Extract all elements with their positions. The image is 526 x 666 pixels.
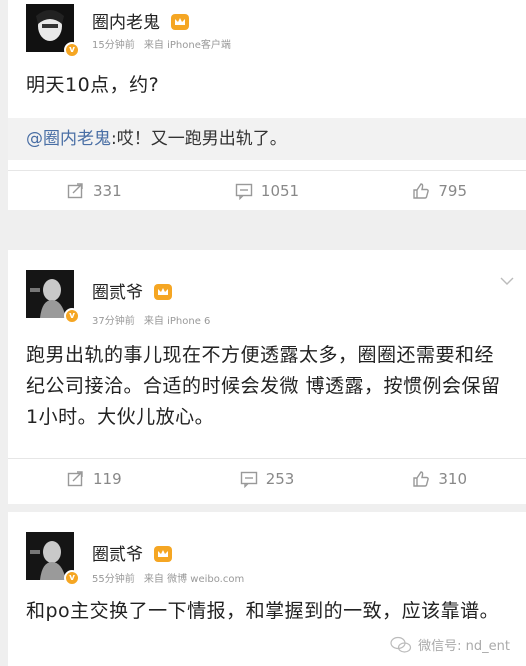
post-meta: 37分钟前 来自 iPhone 6 bbox=[92, 312, 216, 327]
post-time: 15分钟前 bbox=[92, 40, 135, 51]
repost-button[interactable]: 331 bbox=[8, 182, 181, 200]
author-name[interactable]: 圈内老鬼 bbox=[92, 8, 190, 33]
thumbs-up-icon bbox=[413, 183, 430, 199]
quoted-post[interactable]: @圈内老鬼:哎！又一跑男出轨了。 bbox=[8, 118, 526, 160]
comment-count: 253 bbox=[265, 470, 295, 488]
thumbs-up-icon bbox=[413, 471, 430, 487]
repost-count: 331 bbox=[93, 182, 122, 200]
post-meta: 15分钟前 来自 iPhone客户端 bbox=[92, 36, 237, 51]
verified-badge-icon: v bbox=[64, 570, 80, 586]
post-text: 和po主交换了一下情报，和掌握到的一致，应该靠谱。 bbox=[26, 600, 500, 622]
repost-icon bbox=[67, 183, 83, 199]
quoted-text: :哎！又一跑男出轨了。 bbox=[111, 129, 287, 149]
repost-count: 119 bbox=[93, 470, 122, 488]
like-button[interactable]: 795 bbox=[353, 182, 526, 200]
author-name[interactable]: 圈贰爷 bbox=[92, 278, 173, 303]
post-meta: 55分钟前 来自 微博 weibo.com bbox=[92, 570, 250, 585]
repost-button[interactable]: 119 bbox=[8, 470, 181, 488]
post-source: 来自 iPhone 6 bbox=[143, 316, 211, 327]
like-count: 310 bbox=[438, 470, 467, 488]
comment-button[interactable]: 253 bbox=[181, 470, 354, 488]
post-time: 37分钟前 bbox=[92, 316, 135, 327]
weibo-post-3: v 圈贰爷 55分钟前 来自 微博 weibo.com 和po主交换了一下情报，… bbox=[8, 512, 526, 666]
weibo-post-1: v 圈内老鬼 15分钟前 来自 iPhone客户端 明天10点，约? @圈内老鬼… bbox=[8, 0, 526, 210]
wechat-icon bbox=[390, 636, 412, 653]
comment-icon bbox=[235, 183, 253, 200]
verified-badge-icon: v bbox=[64, 308, 80, 324]
comment-icon bbox=[240, 471, 257, 488]
author-name-text[interactable]: 圈内老鬼 bbox=[92, 13, 160, 33]
post-text: 跑男出轨的事儿现在不方便透露太多，圈圈还需要和经纪公司接洽。合适的时候会发微 博… bbox=[26, 344, 501, 428]
mention-link[interactable]: @圈内老鬼 bbox=[26, 129, 111, 149]
action-bar: 119 253 310 bbox=[8, 458, 526, 499]
author-name-text[interactable]: 圈贰爷 bbox=[92, 545, 143, 565]
action-bar: 331 1051 795 bbox=[8, 170, 526, 210]
like-count: 795 bbox=[438, 182, 467, 200]
watermark-text: 微信号: nd_ent bbox=[418, 639, 510, 654]
comment-count: 1051 bbox=[260, 182, 300, 200]
watermark: 微信号: nd_ent bbox=[390, 635, 510, 654]
chevron-down-icon[interactable] bbox=[500, 276, 514, 286]
vip-crown-icon bbox=[154, 546, 173, 562]
post-text: 明天10点，约? bbox=[26, 74, 160, 96]
like-button[interactable]: 310 bbox=[353, 470, 526, 488]
repost-icon bbox=[67, 471, 83, 487]
verified-badge-icon: v bbox=[64, 42, 80, 58]
comment-button[interactable]: 1051 bbox=[181, 182, 354, 200]
vip-crown-icon bbox=[171, 14, 190, 30]
post-time: 55分钟前 bbox=[92, 574, 135, 585]
post-source: 来自 微博 weibo.com bbox=[143, 574, 245, 585]
author-name[interactable]: 圈贰爷 bbox=[92, 540, 173, 565]
author-name-text[interactable]: 圈贰爷 bbox=[92, 283, 143, 303]
weibo-post-2: v 圈贰爷 37分钟前 来自 iPhone 6 跑男出轨的事儿现在不方便透露太多… bbox=[8, 250, 526, 504]
vip-crown-icon bbox=[154, 284, 173, 300]
post-source: 来自 iPhone客户端 bbox=[143, 40, 231, 51]
